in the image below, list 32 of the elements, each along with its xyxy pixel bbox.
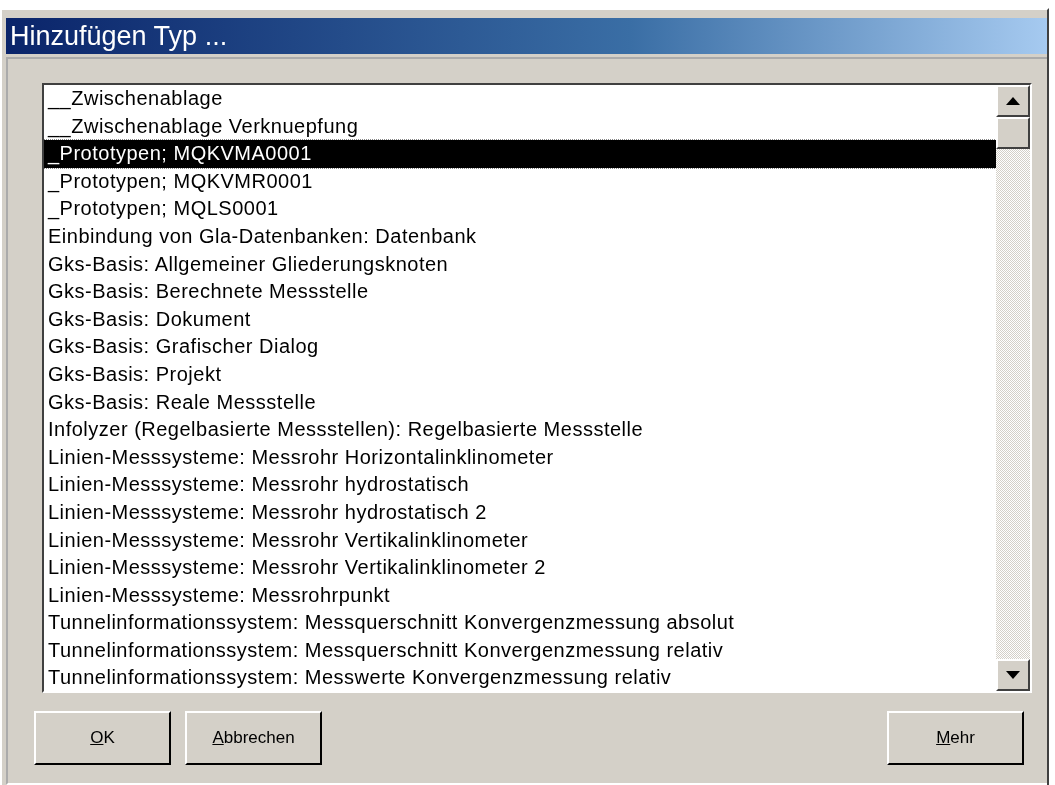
scroll-thumb[interactable] (996, 117, 1030, 149)
dialog-button[interactable]: Mehr (887, 711, 1024, 765)
list-item[interactable]: Linien-Messsysteme: Messrohrpunkt (44, 581, 996, 610)
scroll-up-button[interactable] (996, 85, 1030, 117)
list-item[interactable]: _Prototypen; MQKVMA0001 (44, 140, 996, 168)
list-item[interactable]: Gks-Basis: Grafischer Dialog (44, 333, 996, 361)
list-item[interactable]: Einbindung von Gla-Datenbanken: Datenbank (44, 222, 996, 251)
list-item[interactable]: Gks-Basis: Berechnete Messstelle (44, 278, 996, 306)
list-item[interactable]: _Prototypen; MQLS0001 (44, 195, 996, 223)
up-arrow-icon (1006, 97, 1020, 105)
list-item[interactable]: Gks-Basis: Allgemeiner Gliederungsknoten (44, 250, 996, 279)
list-item[interactable]: Linien-Messsysteme: Messrohr hydrostatisch 2 (44, 498, 996, 527)
list-item[interactable]: __Zwischenablage Verknuepfung (44, 112, 996, 141)
down-arrow-icon (1006, 671, 1020, 679)
list-item[interactable]: Linien-Messsysteme: Messrohr Vertikalinklinometer (44, 526, 996, 555)
window-title: Hinzufügen Typ ... (10, 20, 228, 52)
list-item[interactable]: Linien-Messsysteme: Messrohr Horizontalinklinometer (44, 443, 996, 472)
list-item[interactable]: Gks-Basis: Projekt (44, 360, 996, 389)
dialog-button[interactable]: OK (34, 711, 171, 765)
list-item[interactable]: Linien-Messsysteme: Messrohr Vertikalinklinometer 2 (44, 554, 996, 582)
dialog-button[interactable]: Abbrechen (185, 711, 322, 765)
list-item[interactable]: Linien-Messsysteme: Messrohr hydrostatisch (44, 471, 996, 499)
list-item[interactable]: Infolyzer (Regelbasierte Messstellen): Regelbasierte Messstelle (44, 416, 996, 444)
scroll-down-button[interactable] (996, 659, 1030, 691)
list-item[interactable]: Tunnelinformationssystem: Messwerte Konvergenzmessung relativ (44, 664, 996, 691)
scrollbar[interactable] (996, 85, 1030, 691)
list-item[interactable]: Tunnelinformationssystem: Messquerschnitt Konvergenzmessung absolut (44, 609, 996, 637)
list-item[interactable]: Tunnelinformationssystem: Messquerschnitt Konvergenzmessung relativ (44, 636, 996, 665)
list-item[interactable]: __Zwischenablage (44, 85, 996, 113)
list-item[interactable]: Gks-Basis: Dokument (44, 305, 996, 334)
list-item[interactable]: Gks-Basis: Reale Messstelle (44, 388, 996, 417)
list-item[interactable]: _Prototypen; MQKVMR0001 (44, 167, 996, 196)
